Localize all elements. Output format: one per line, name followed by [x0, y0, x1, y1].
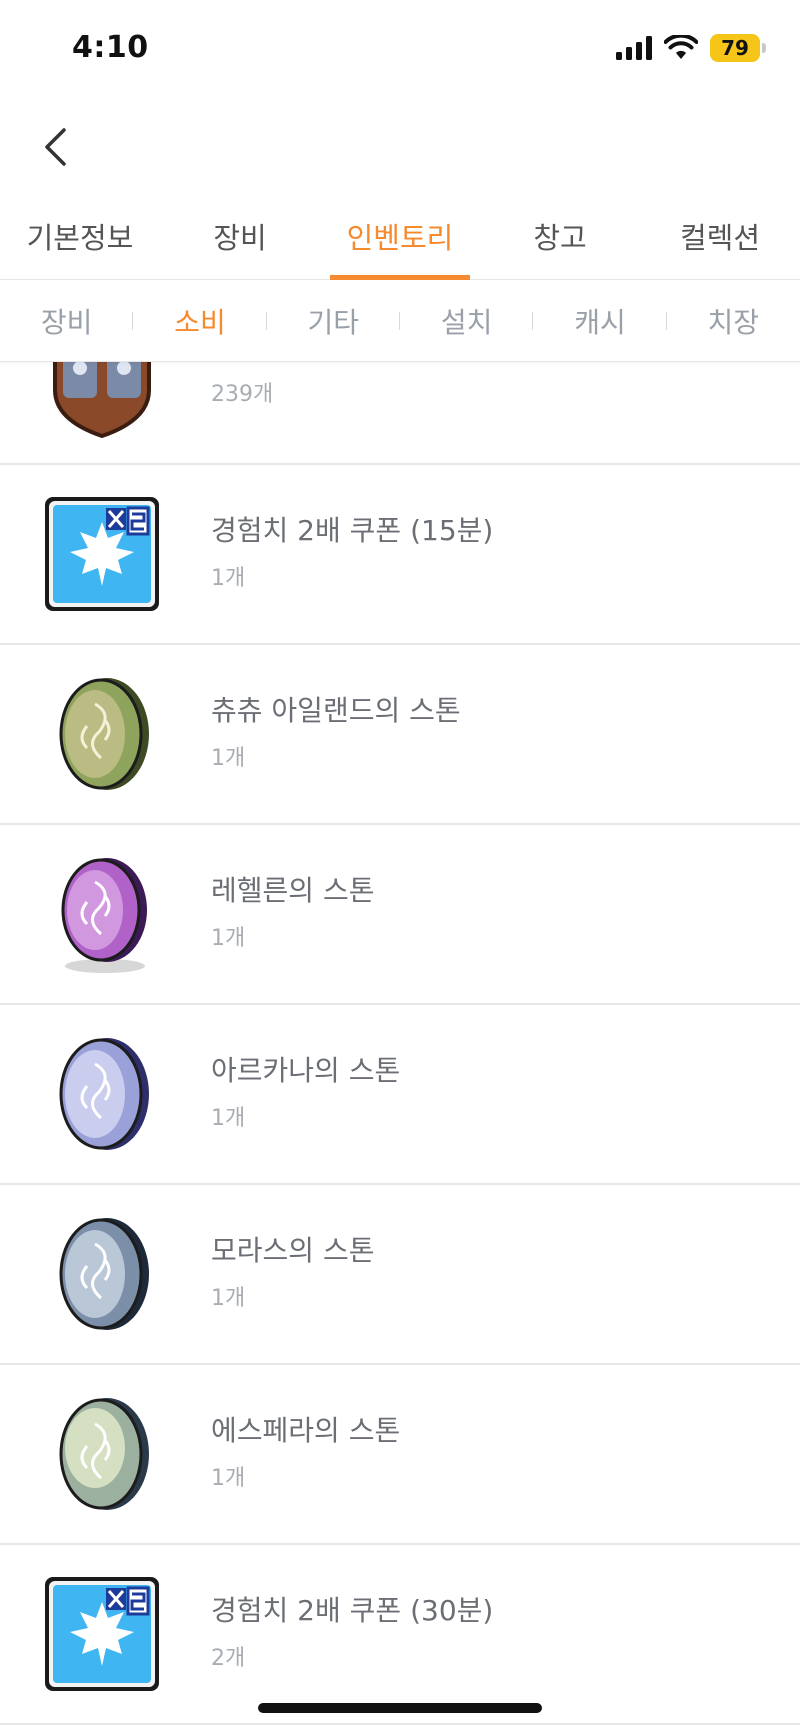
item-name: 레헬른의 스톤 [211, 874, 375, 907]
subtab-consume[interactable]: 소비 [133, 301, 266, 341]
item-count: 2개 [211, 1646, 246, 1671]
subtab-decor[interactable]: 치장 [667, 301, 800, 341]
exp-coupon-icon [40, 1572, 164, 1696]
subtab-cash[interactable]: 캐시 [533, 301, 666, 341]
cellular-signal-icon [616, 36, 652, 60]
home-indicator[interactable] [258, 1703, 542, 1713]
item-count: 1개 [211, 1466, 246, 1491]
subtab-equip[interactable]: 장비 [0, 301, 133, 341]
list-item[interactable]: 239개 [0, 362, 800, 465]
subtab-install[interactable]: 설치 [400, 301, 533, 341]
item-count: 239개 [211, 382, 274, 407]
sub-tabs: 장비 소비 기타 설치 캐시 치장 [0, 280, 800, 362]
steel-stone-icon [40, 1212, 164, 1336]
pale-stone-icon [40, 1392, 164, 1516]
main-tabs: 기본정보 장비 인벤토리 창고 컬렉션 [0, 210, 800, 280]
item-name: 츄츄 아일랜드의 스톤 [211, 694, 461, 727]
list-item[interactable]: 모라스의 스톤 1개 [0, 1185, 800, 1365]
green-stone-icon [40, 672, 164, 796]
nav-bar [0, 110, 800, 190]
item-count: 1개 [211, 566, 246, 591]
status-indicators: 79 [616, 34, 766, 62]
wifi-icon [664, 35, 698, 59]
item-name: 아르카나의 스톤 [211, 1054, 401, 1087]
item-count: 1개 [211, 746, 246, 771]
list-item[interactable]: 경험치 2배 쿠폰 (30분) 2개 [0, 1545, 800, 1725]
item-count: 1개 [211, 926, 246, 951]
exp-coupon-icon [40, 492, 164, 616]
list-item[interactable]: 레헬른의 스톤 1개 [0, 825, 800, 1005]
status-time: 4:10 [72, 30, 149, 65]
list-item[interactable]: 아르카나의 스톤 1개 [0, 1005, 800, 1185]
list-item[interactable]: 경험치 2배 쿠폰 (15분) 1개 [0, 465, 800, 645]
item-count: 1개 [211, 1286, 246, 1311]
item-count: 1개 [211, 1106, 246, 1131]
tab-collection[interactable]: 컬렉션 [640, 210, 800, 279]
purple-stone-icon [40, 852, 164, 976]
list-item[interactable]: 츄츄 아일랜드의 스톤 1개 [0, 645, 800, 825]
status-bar: 4:10 79 [0, 0, 800, 100]
tab-storage[interactable]: 창고 [480, 210, 640, 279]
item-name: 경험치 2배 쿠폰 (15분) [211, 514, 494, 547]
chevron-left-icon [45, 128, 66, 166]
back-button[interactable] [30, 122, 80, 172]
item-list: 239개 경험치 2배 쿠폰 (15분) 1개 츄츄 아일랜드의 스톤 1개 레… [0, 362, 800, 1731]
item-name: 에스페라의 스톤 [211, 1414, 401, 1447]
shield-item-icon [40, 362, 164, 450]
item-name: 모라스의 스톤 [211, 1234, 375, 1267]
tab-basic-info[interactable]: 기본정보 [0, 210, 160, 279]
tab-inventory[interactable]: 인벤토리 [320, 210, 480, 280]
lavender-stone-icon [40, 1032, 164, 1156]
subtab-etc[interactable]: 기타 [267, 301, 400, 341]
list-item[interactable]: 에스페라의 스톤 1개 [0, 1365, 800, 1545]
item-name: 경험치 2배 쿠폰 (30분) [211, 1594, 494, 1627]
tab-equipment[interactable]: 장비 [160, 210, 320, 279]
battery-icon: 79 [710, 34, 766, 62]
